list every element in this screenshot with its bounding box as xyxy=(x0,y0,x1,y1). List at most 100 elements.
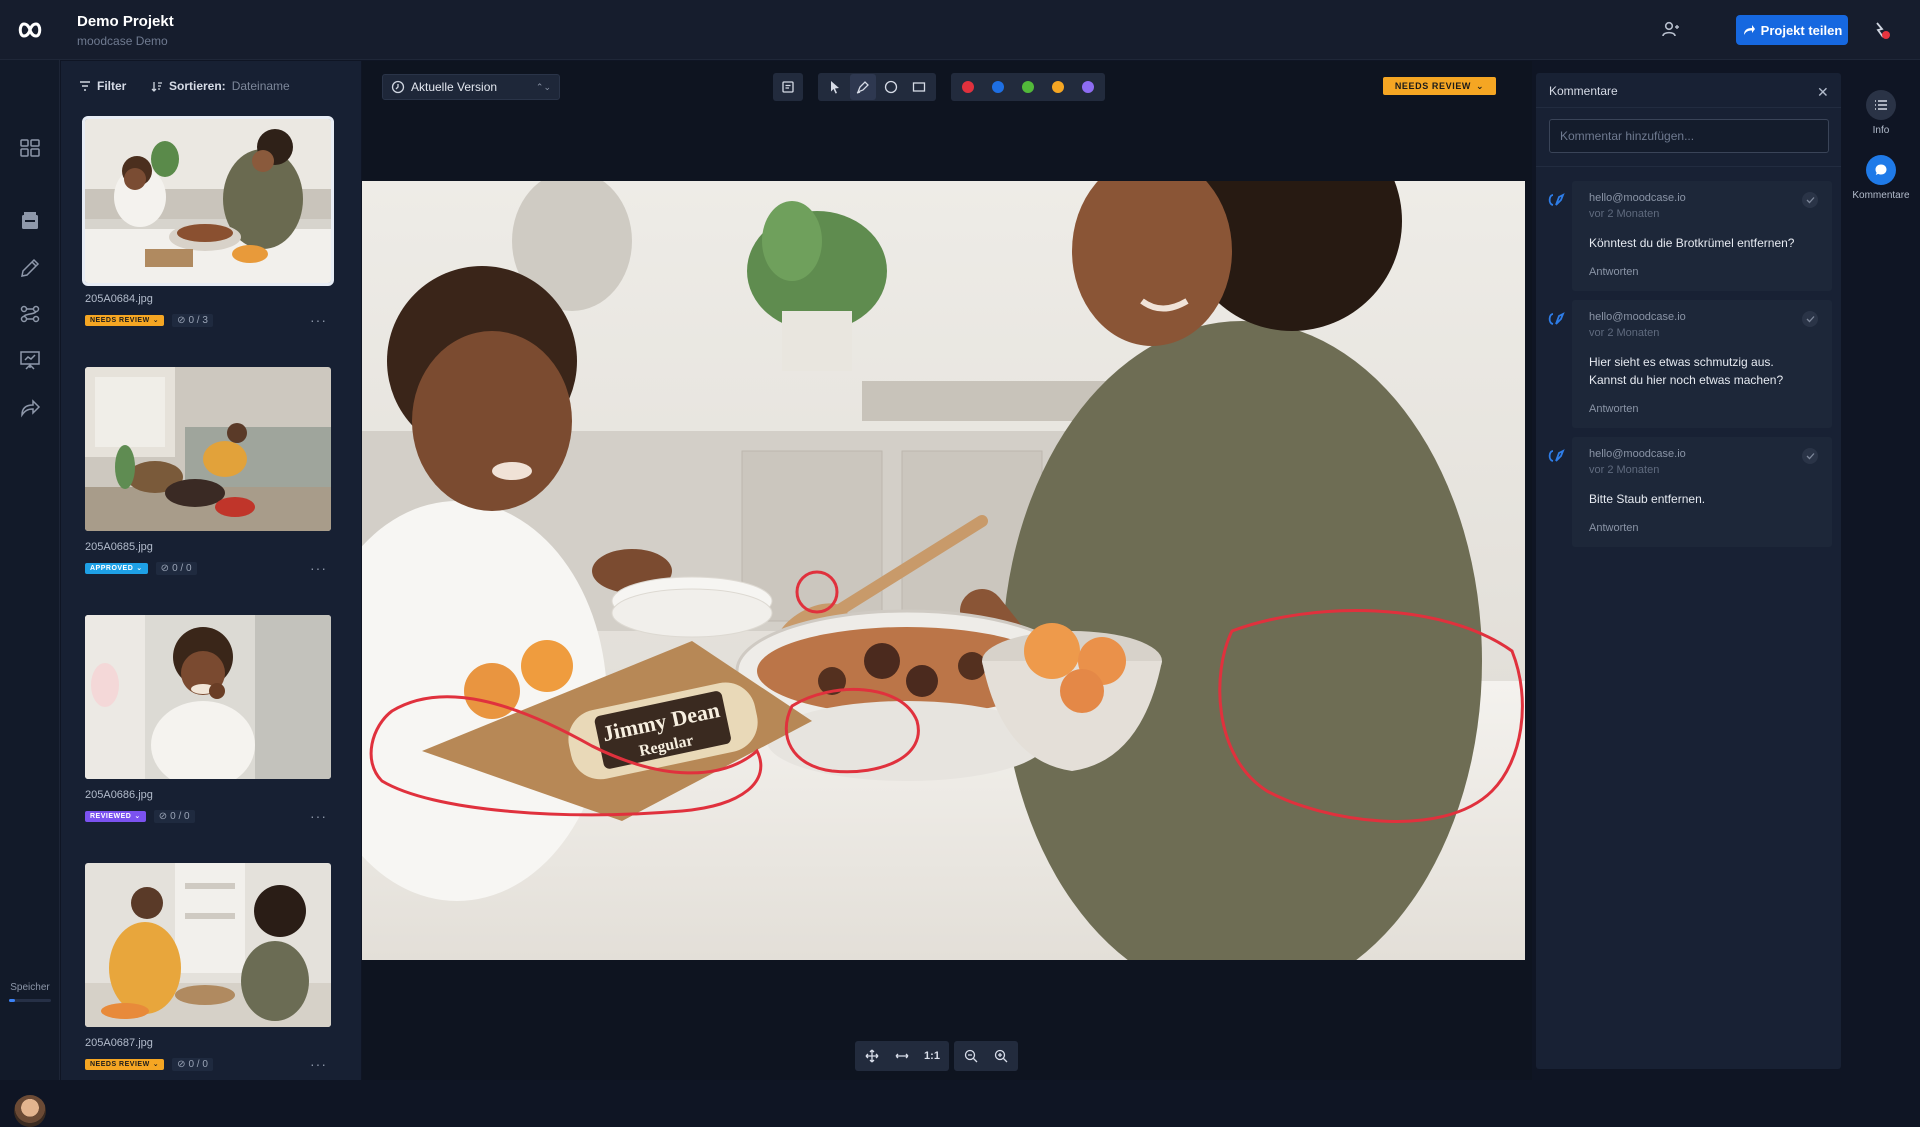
presentation-icon[interactable] xyxy=(18,348,42,372)
thumbnail-card[interactable]: 205A0684.jpg NEEDS REVIEW ⌄ ⊘ 0 / 3 ··· xyxy=(82,116,335,328)
comments-panel-title: Kommentare xyxy=(1549,84,1618,98)
storage-label: Speicher xyxy=(10,982,50,993)
pencil-icon[interactable] xyxy=(18,256,42,280)
divider xyxy=(1536,107,1841,108)
color-dot xyxy=(1022,81,1034,93)
share-icon[interactable] xyxy=(18,396,42,420)
resolve-check-icon[interactable] xyxy=(1802,311,1818,327)
move-icon xyxy=(865,1049,879,1063)
archive-icon[interactable] xyxy=(18,209,42,233)
notification-icon[interactable] xyxy=(1871,20,1893,42)
info-button[interactable] xyxy=(1866,90,1896,120)
color-swatch[interactable] xyxy=(1075,74,1101,100)
zoom-in-button[interactable] xyxy=(987,1042,1015,1070)
reply-link[interactable]: Antworten xyxy=(1589,403,1639,415)
rectangle-icon xyxy=(912,82,926,92)
view-controls: 1:1 xyxy=(855,1041,949,1071)
reply-link[interactable]: Antworten xyxy=(1589,522,1639,534)
thumbnail-card[interactable]: 205A0685.jpg APPROVED ⌄ ⊘ 0 / 0 ··· xyxy=(85,367,335,576)
version-select[interactable]: Aktuelle Version ⌃⌄ xyxy=(382,74,560,100)
thumbnail-card[interactable]: 205A0686.jpg REVIEWED ⌄ ⊘ 0 / 0 ··· xyxy=(85,615,335,824)
comment-author: hello@moodcase.io xyxy=(1589,311,1686,323)
image-viewer: Aktuelle Version ⌃⌄ NEEDS REVIEW ⌄ Jimmy… xyxy=(362,61,1532,1080)
cursor-icon xyxy=(831,81,839,94)
task-count-value: 0 / 3 xyxy=(188,314,208,326)
thumbnail-image[interactable] xyxy=(85,863,331,1027)
workflow-icon[interactable] xyxy=(18,302,42,326)
more-options-icon[interactable]: ··· xyxy=(310,312,327,328)
color-swatch[interactable] xyxy=(955,74,981,100)
filter-button[interactable]: Filter xyxy=(79,79,126,93)
zoom-controls xyxy=(954,1041,1018,1071)
circle-icon xyxy=(884,80,898,94)
zoom-out-button[interactable] xyxy=(957,1042,985,1070)
comment-text: Hier sieht es etwas schmutzig aus. xyxy=(1589,355,1774,369)
sort-icon xyxy=(151,81,162,92)
task-count-value: 0 / 0 xyxy=(172,562,192,574)
more-options-icon[interactable]: ··· xyxy=(310,560,327,576)
rectangle-tool[interactable] xyxy=(906,74,932,100)
close-icon[interactable]: ✕ xyxy=(1817,84,1829,101)
more-options-icon[interactable]: ··· xyxy=(310,1056,327,1072)
check-circle-icon: ⊘ xyxy=(158,810,168,822)
comment-input[interactable] xyxy=(1549,119,1829,153)
comment-card[interactable]: hello@moodcase.io vor 2 Monaten Hier sie… xyxy=(1548,300,1832,428)
note-tool[interactable] xyxy=(775,74,801,100)
status-badge[interactable]: NEEDS REVIEW ⌄ xyxy=(85,314,165,326)
task-count-value: 0 / 0 xyxy=(188,1058,208,1070)
comment-card[interactable]: hello@moodcase.io vor 2 Monaten Könntest… xyxy=(1548,181,1832,291)
filter-icon xyxy=(80,81,90,91)
filter-label: Filter xyxy=(97,79,127,93)
draw-tool-group xyxy=(818,73,936,101)
task-count: ⊘ 0 / 0 xyxy=(155,561,197,575)
note-tool-group xyxy=(773,73,803,101)
resolve-check-icon[interactable] xyxy=(1802,192,1818,208)
fit-width-icon xyxy=(895,1053,909,1059)
status-badge[interactable]: APPROVED ⌄ xyxy=(85,562,148,574)
status-badge-label: NEEDS REVIEW xyxy=(90,316,150,324)
thumbnail-card[interactable]: 205A0687.jpg NEEDS REVIEW ⌄ ⊘ 0 / 0 ··· xyxy=(85,863,335,1072)
color-swatch[interactable] xyxy=(1015,74,1041,100)
grid-icon[interactable] xyxy=(18,136,42,160)
comments-button[interactable] xyxy=(1866,155,1896,185)
chevron-down-icon: ⌄ xyxy=(1476,80,1485,91)
storage-bar xyxy=(9,999,51,1002)
thumbnail-image[interactable] xyxy=(82,116,334,286)
circle-tool[interactable] xyxy=(878,74,904,100)
task-count: ⊘ 0 / 0 xyxy=(172,1057,213,1071)
share-project-button[interactable]: Projekt teilen xyxy=(1736,15,1848,45)
comment-author: hello@moodcase.io xyxy=(1589,448,1686,460)
comment-card[interactable]: hello@moodcase.io vor 2 Monaten Bitte St… xyxy=(1548,437,1832,547)
comment-time: vor 2 Monaten xyxy=(1589,464,1660,476)
fit-width-tool[interactable] xyxy=(888,1042,916,1070)
chat-bubble-icon xyxy=(1875,164,1887,175)
color-swatch[interactable] xyxy=(985,74,1011,100)
actual-size-button[interactable]: 1:1 xyxy=(918,1042,946,1070)
avatar[interactable] xyxy=(14,1095,46,1127)
moodcase-logo[interactable] xyxy=(17,18,43,42)
main-image[interactable]: Jimmy Dean Regular xyxy=(362,181,1525,960)
reply-link[interactable]: Antworten xyxy=(1589,266,1639,278)
chevron-down-icon: ⌄ xyxy=(152,317,160,324)
pan-tool[interactable] xyxy=(858,1042,886,1070)
list-icon xyxy=(1875,100,1887,110)
pen-tool[interactable] xyxy=(850,74,876,100)
status-badge[interactable]: REVIEWED ⌄ xyxy=(85,810,146,822)
thumbnail-filename: 205A0687.jpg xyxy=(85,1037,153,1049)
add-user-icon[interactable] xyxy=(1660,20,1680,40)
color-dot xyxy=(1052,81,1064,93)
status-dropdown[interactable]: NEEDS REVIEW ⌄ xyxy=(1383,77,1496,95)
resolve-check-icon[interactable] xyxy=(1802,448,1818,464)
more-options-icon[interactable]: ··· xyxy=(310,808,327,824)
sort-button[interactable]: Sortieren: Dateiname xyxy=(151,79,290,93)
status-badge[interactable]: NEEDS REVIEW ⌄ xyxy=(85,1058,165,1070)
comment-time: vor 2 Monaten xyxy=(1589,327,1660,339)
color-swatch[interactable] xyxy=(1045,74,1071,100)
history-icon xyxy=(391,80,405,94)
task-count-value: 0 / 0 xyxy=(170,810,190,822)
thumbnail-image[interactable] xyxy=(85,367,331,531)
pen-annotation-icon xyxy=(1548,449,1565,462)
thumbnail-image[interactable] xyxy=(85,615,331,779)
select-tool[interactable] xyxy=(822,74,848,100)
color-dot xyxy=(992,81,1004,93)
